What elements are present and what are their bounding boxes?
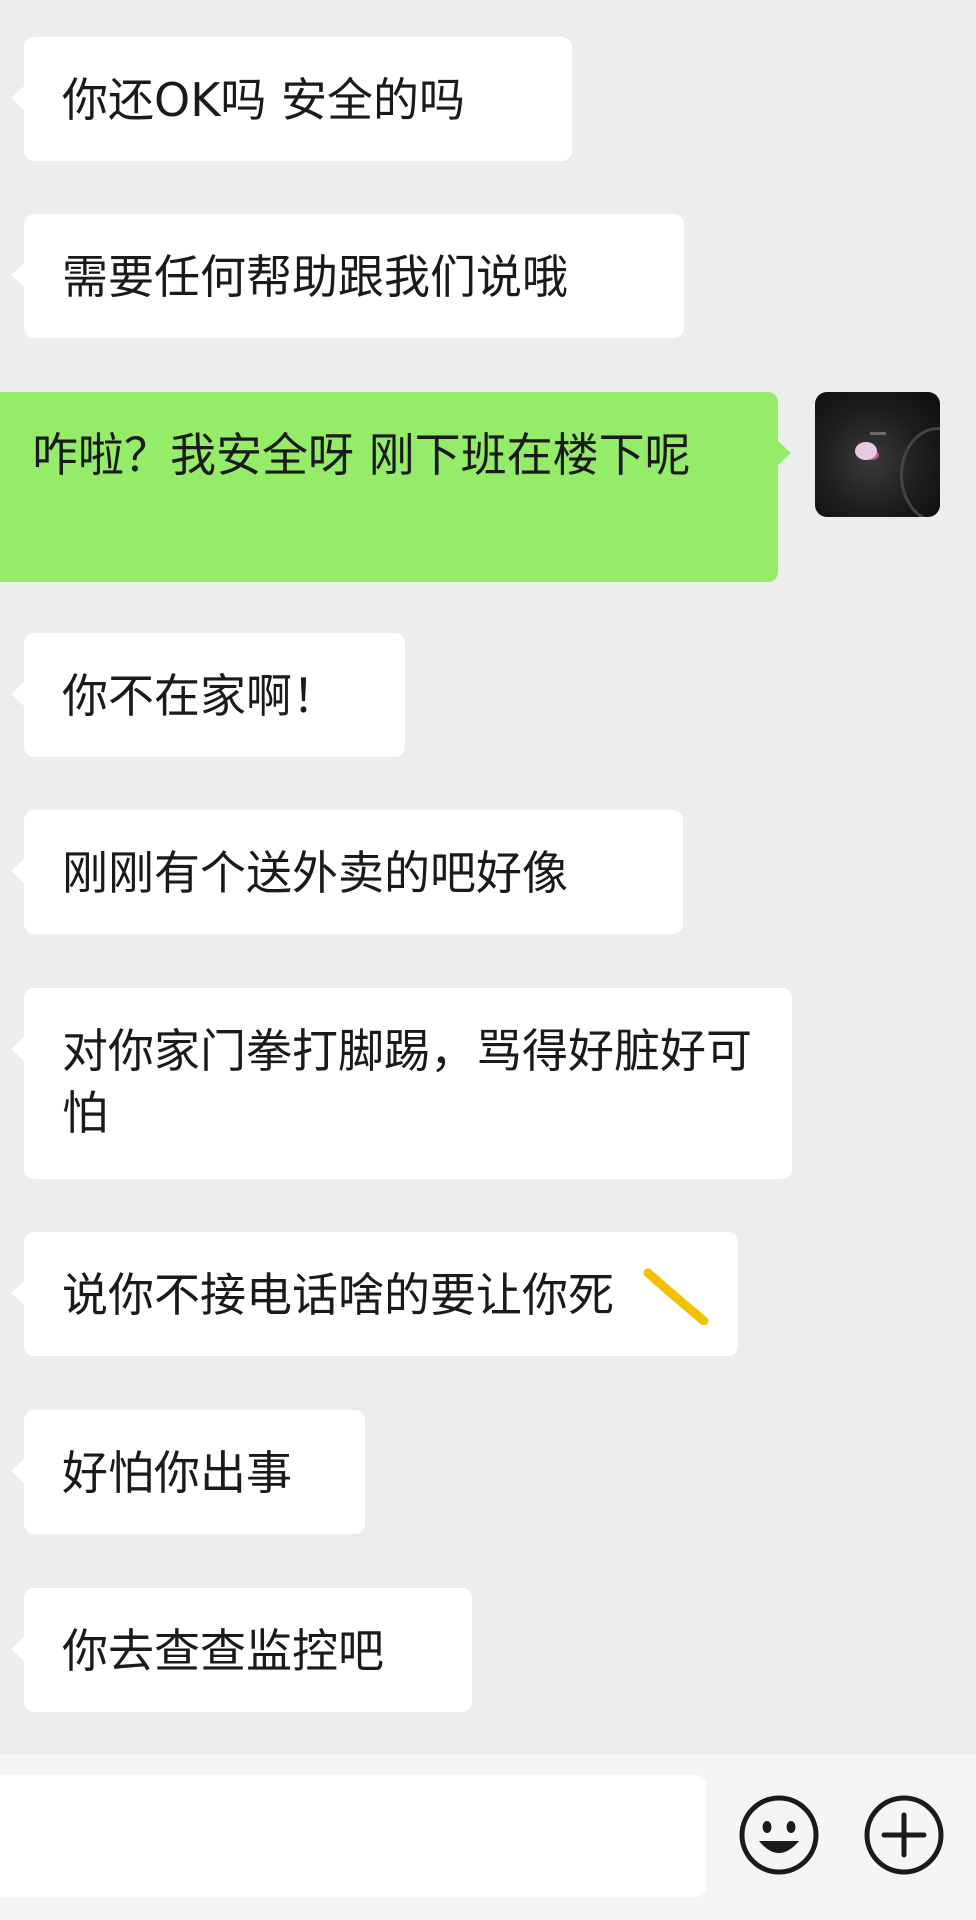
message-bubble-incoming[interactable]: 对你家门拳打脚踢，骂得好脏好可怕: [11, 988, 792, 1179]
plus-circle-icon[interactable]: [862, 1793, 946, 1877]
avatar-decoration: [900, 427, 940, 517]
message-bubble-incoming[interactable]: 好怕你出事: [11, 1410, 365, 1534]
message-bubble-incoming[interactable]: 说你不接电话啥的要让你死: [11, 1232, 738, 1356]
message-bubble-incoming[interactable]: 需要任何帮助跟我们说哦: [11, 214, 684, 338]
message-bubble-incoming[interactable]: 你去查查监控吧: [11, 1588, 472, 1712]
message-bubble-outgoing[interactable]: 咋啦？我安全呀 刚下班在楼下呢: [0, 392, 791, 582]
chat-input-bar: [0, 1755, 976, 1920]
message-bubble-incoming[interactable]: 你不在家啊！: [11, 633, 405, 757]
message-text: 你还OK吗 安全的吗: [62, 73, 465, 127]
message-text: 好怕你出事: [62, 1446, 292, 1500]
message-text: 需要任何帮助跟我们说哦: [62, 250, 568, 304]
avatar-figure-icon: [855, 442, 877, 460]
user-avatar[interactable]: [815, 392, 940, 517]
message-text: 你去查查监控吧: [62, 1624, 384, 1678]
message-text: 咋啦？我安全呀 刚下班在楼下呢: [32, 428, 691, 482]
message-text: 你不在家啊！: [62, 669, 338, 723]
chat-message-list[interactable]: 你还OK吗 安全的吗 需要任何帮助跟我们说哦 咋啦？我安全呀 刚下班在楼下呢 你…: [0, 0, 976, 1755]
avatar-decoration: [870, 432, 886, 435]
message-text: 说你不接电话啥的要让你死: [62, 1268, 614, 1322]
message-bubble-incoming[interactable]: 你还OK吗 安全的吗: [11, 37, 572, 161]
message-bubble-incoming[interactable]: 刚刚有个送外卖的吧好像: [11, 810, 683, 934]
message-text: 刚刚有个送外卖的吧好像: [62, 846, 568, 900]
message-input[interactable]: [0, 1775, 706, 1897]
smiley-face-icon[interactable]: [737, 1793, 821, 1877]
message-text: 对你家门拳打脚踢，骂得好脏好可怕: [62, 1024, 752, 1140]
